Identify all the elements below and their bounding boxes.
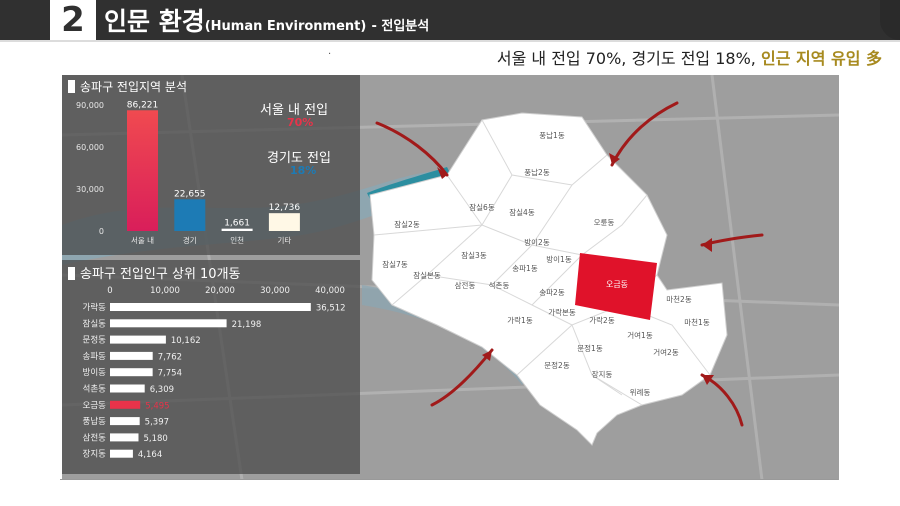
x-tick-label: 경기 bbox=[183, 235, 197, 245]
x-tick-label: 인천 bbox=[230, 235, 244, 245]
map-label: 풍납2동 bbox=[524, 168, 550, 177]
map-label: 송파1동 bbox=[512, 264, 538, 273]
bar-value-label: 1,661 bbox=[224, 219, 250, 229]
map-label: 잠실2동 bbox=[394, 219, 420, 229]
chart-panel-top10: 송파구 전입인구 상위 10개동 0 10,000 20,000 30,000 40,0… bbox=[62, 260, 360, 474]
bar bbox=[268, 213, 300, 231]
bar bbox=[110, 449, 133, 458]
bar-value-label: 10,162 bbox=[171, 336, 201, 346]
bar-value-label: 36,512 bbox=[316, 304, 346, 314]
map-label: 마천1동 bbox=[684, 317, 710, 327]
headline-text: 서울 내 전입 70%, 경기도 전입 18%, bbox=[496, 49, 761, 68]
title-subtitle: (Human Environment) bbox=[204, 19, 367, 34]
map-label: 송파2동 bbox=[539, 288, 565, 297]
page-title: 인문 환경(Human Environment) - 전입분석 bbox=[104, 2, 429, 38]
bar-value-label: 7,762 bbox=[158, 352, 182, 362]
bar bbox=[110, 400, 141, 409]
bar bbox=[110, 319, 227, 328]
map-label: 가락2동 bbox=[589, 316, 615, 325]
title-section: - 전입분석 bbox=[371, 19, 430, 34]
bar-value-label: 4,164 bbox=[138, 450, 162, 460]
bar-value-label: 22,655 bbox=[174, 189, 206, 199]
category-label: 가락동 bbox=[83, 302, 107, 313]
arrow-2 bbox=[610, 101, 679, 167]
map-label: 잠실3동 bbox=[461, 250, 487, 260]
map-label: 방이2동 bbox=[524, 237, 550, 247]
bar-value-label: 21,198 bbox=[232, 320, 262, 330]
map-label-ogeum: 오금동 bbox=[606, 280, 628, 289]
bar-value-label: 5,397 bbox=[145, 418, 169, 428]
map-label: 삼전동 bbox=[455, 280, 476, 290]
bar-value-label: 12,736 bbox=[269, 203, 301, 213]
bar-value-label: 5,495 bbox=[145, 401, 169, 411]
headline: 서울 내 전입 70%, 경기도 전입 18%, 인근 지역 유입 多 bbox=[497, 45, 882, 69]
arrow-5 bbox=[430, 348, 494, 407]
stray-dot: . bbox=[328, 46, 332, 57]
x-tick-label: 기타 bbox=[277, 236, 291, 245]
bar-value-label: 6,309 bbox=[150, 385, 174, 395]
x-tick-label: 20,000 bbox=[205, 286, 235, 296]
map-label: 장지동 bbox=[592, 369, 613, 379]
gyeonggi-pct: 18% bbox=[290, 164, 317, 177]
category-label: 석촌동 bbox=[83, 384, 107, 395]
x-tick-label: 40,000 bbox=[315, 286, 345, 296]
bar bbox=[110, 351, 153, 360]
category-label: 방이동 bbox=[83, 367, 107, 378]
arrow-1 bbox=[375, 121, 449, 177]
map-label: 가락본동 bbox=[548, 308, 576, 317]
y-tick-label: 90,000 bbox=[76, 101, 104, 110]
chart2-svg: 0 10,000 20,000 30,000 40,000 가락동 36,512 잠실동 21,… bbox=[83, 286, 346, 460]
bar bbox=[221, 228, 253, 231]
header-corner bbox=[880, 0, 900, 40]
y-tick-label: 30,000 bbox=[76, 185, 104, 194]
y-tick-label: 60,000 bbox=[76, 143, 104, 152]
bottom-rule bbox=[60, 479, 838, 480]
bar bbox=[110, 335, 166, 344]
bar-value-label: 7,754 bbox=[158, 369, 182, 379]
x-tick-label: 30,000 bbox=[260, 286, 290, 296]
map-label: 잠실4동 bbox=[509, 207, 535, 217]
map-label: 가락1동 bbox=[507, 316, 533, 325]
title-main: 인문 환경 bbox=[104, 7, 205, 36]
map-label: 잠실7동 bbox=[382, 259, 408, 269]
map-label: 문정2동 bbox=[544, 360, 570, 370]
bar bbox=[110, 433, 139, 442]
map-label: 거여2동 bbox=[653, 347, 679, 357]
map-label: 오륜동 bbox=[594, 218, 615, 227]
bar bbox=[110, 384, 145, 393]
bar bbox=[127, 110, 158, 231]
map-label: 위례동 bbox=[630, 387, 651, 397]
category-label: 풍납동 bbox=[83, 416, 107, 427]
y-tick-label: 0 bbox=[99, 227, 104, 236]
map-label: 방이1동 bbox=[546, 254, 572, 264]
category-label: 장지동 bbox=[83, 449, 107, 460]
section-number: 2 bbox=[50, 0, 96, 40]
bar-value-label: 86,221 bbox=[127, 100, 159, 110]
category-label: 삼전동 bbox=[83, 432, 107, 443]
bar bbox=[110, 368, 153, 377]
map-label: 문정1동 bbox=[577, 343, 603, 353]
seoul-pct: 70% bbox=[287, 116, 314, 129]
category-label: 문정동 bbox=[83, 335, 107, 346]
map-label: 거여1동 bbox=[627, 330, 653, 340]
header-divider bbox=[0, 40, 900, 42]
map-label: 잠실본동 bbox=[413, 270, 441, 280]
category-label: 송파동 bbox=[83, 352, 107, 362]
bar bbox=[110, 303, 311, 311]
header-bar: 2 인문 환경(Human Environment) - 전입분석 bbox=[0, 0, 900, 40]
chart-panel-origin: 송파구 전입지역 분석 90,000 60,000 30,000 0 86,221 서울 … bbox=[62, 75, 360, 255]
map-label: 마천2동 bbox=[666, 294, 692, 304]
x-tick-label: 0 bbox=[107, 286, 112, 296]
headline-highlight: 인근 지역 유입 多 bbox=[760, 49, 882, 68]
map-label: 잠실6동 bbox=[469, 202, 495, 212]
bar bbox=[110, 417, 140, 426]
x-tick-label: 10,000 bbox=[150, 286, 180, 296]
category-label: 오금동 bbox=[83, 401, 107, 411]
map-label: 석촌동 bbox=[489, 280, 510, 290]
bar-value-label: 5,180 bbox=[143, 434, 167, 444]
x-tick-label: 서울 내 bbox=[131, 236, 154, 245]
category-label: 잠실동 bbox=[83, 318, 107, 329]
map-label: 풍납1동 bbox=[539, 131, 565, 140]
bar bbox=[174, 199, 206, 231]
